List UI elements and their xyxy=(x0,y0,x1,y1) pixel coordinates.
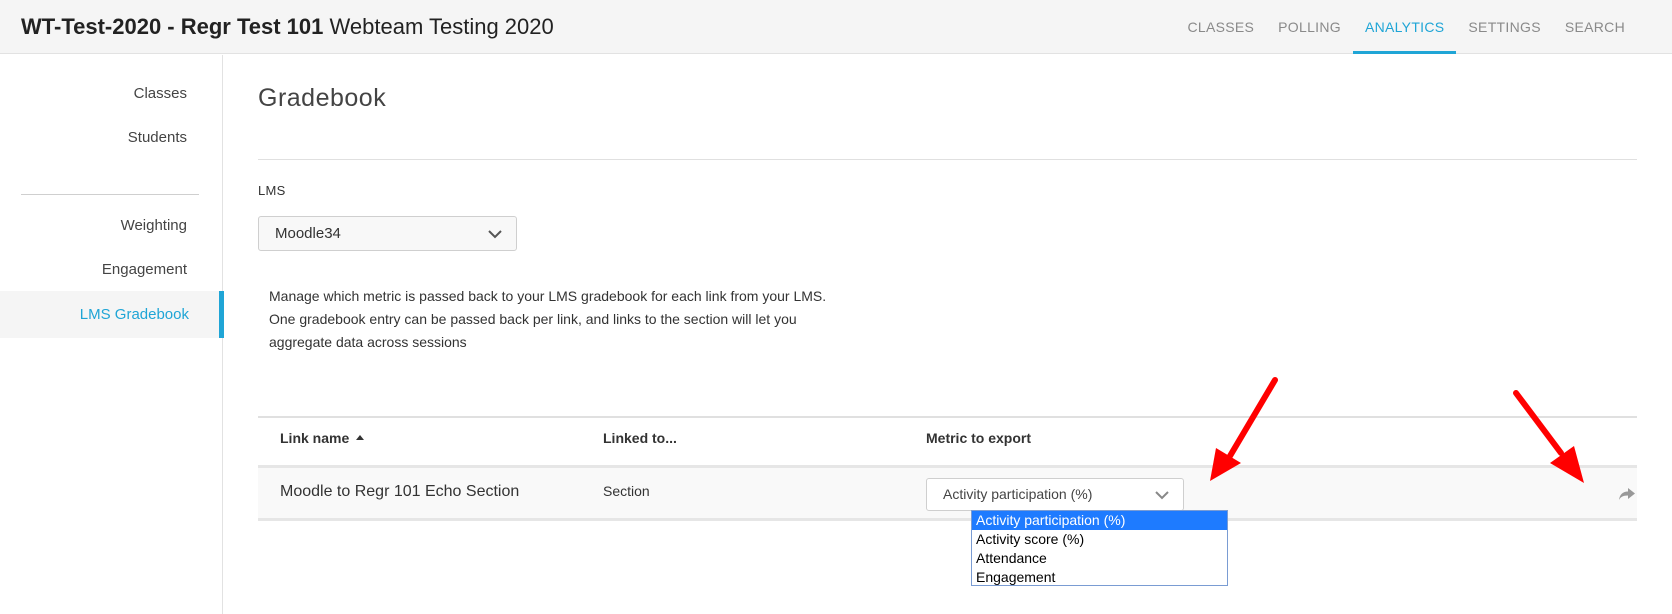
lms-select[interactable]: Moodle34 xyxy=(258,216,517,251)
sidebar-item-weighting[interactable]: Weighting xyxy=(0,202,222,249)
metric-select[interactable]: Activity participation (%) xyxy=(926,478,1184,511)
page-title: Gradebook xyxy=(258,84,387,112)
nav-search[interactable]: SEARCH xyxy=(1553,0,1637,54)
top-bar: WT-Test-2020 - Regr Test 101 Webteam Tes… xyxy=(0,0,1672,54)
cell-linked-to: Section xyxy=(603,483,650,499)
lms-select-value: Moodle34 xyxy=(275,225,341,242)
nav-classes[interactable]: CLASSES xyxy=(1175,0,1266,54)
share-arrow-icon[interactable] xyxy=(1617,486,1637,502)
sidebar: Classes Students Weighting Engagement LM… xyxy=(0,55,224,614)
dropdown-option-engagement[interactable]: Engagement xyxy=(972,568,1227,587)
sidebar-divider xyxy=(21,194,199,195)
column-header-link-name-label: Link name xyxy=(280,430,350,446)
column-header-link-name[interactable]: Link name xyxy=(280,430,365,446)
sidebar-item-engagement[interactable]: Engagement xyxy=(0,246,222,293)
gradebook-description: Manage which metric is passed back to yo… xyxy=(269,288,827,350)
course-title: WT-Test-2020 - Regr Test 101 Webteam Tes… xyxy=(21,14,554,40)
column-header-metric: Metric to export xyxy=(926,430,1032,446)
dropdown-option-activity-score[interactable]: Activity score (%) xyxy=(972,530,1227,549)
nav-settings[interactable]: SETTINGS xyxy=(1456,0,1552,54)
main-nav: CLASSES POLLING ANALYTICS SETTINGS SEARC… xyxy=(1175,0,1637,54)
nav-polling[interactable]: POLLING xyxy=(1266,0,1353,54)
dropdown-option-activity-participation[interactable]: Activity participation (%) xyxy=(972,511,1227,530)
nav-analytics[interactable]: ANALYTICS xyxy=(1352,0,1457,54)
cell-link-name: Moodle to Regr 101 Echo Section xyxy=(280,483,520,500)
scrollbar[interactable] xyxy=(1660,54,1672,614)
dropdown-option-attendance[interactable]: Attendance xyxy=(972,549,1227,568)
table-row: Moodle to Regr 101 Echo Section Section … xyxy=(258,465,1637,521)
title-divider xyxy=(258,159,1637,160)
metric-select-value: Activity participation (%) xyxy=(943,486,1093,502)
sidebar-item-lms-gradebook[interactable]: LMS Gradebook xyxy=(0,291,224,338)
course-title-rest: Webteam Testing 2020 xyxy=(323,14,554,39)
sort-ascending-icon xyxy=(356,434,365,440)
course-title-strong: WT-Test-2020 - Regr Test 101 xyxy=(21,14,324,39)
lms-label: LMS xyxy=(258,183,286,198)
column-header-linked-to: Linked to... xyxy=(603,430,677,446)
sidebar-item-students[interactable]: Students xyxy=(0,114,222,161)
chevron-down-icon xyxy=(488,230,502,239)
sidebar-item-classes[interactable]: Classes xyxy=(0,70,222,117)
chevron-down-icon xyxy=(1155,491,1169,500)
table-top-divider xyxy=(258,416,1637,418)
main-content: Gradebook LMS Moodle34 Manage which metr… xyxy=(224,55,1660,614)
metric-dropdown-list: Activity participation (%) Activity scor… xyxy=(971,510,1228,586)
